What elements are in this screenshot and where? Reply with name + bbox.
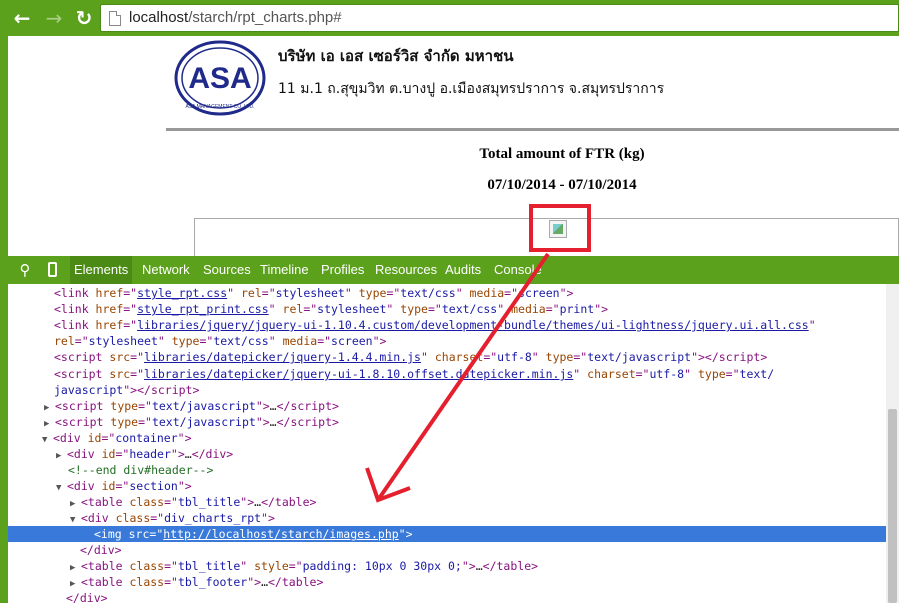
tree-line-link-jqueryui[interactable]: <link href="libraries/jquery/jquery-ui-1… — [8, 317, 886, 333]
tab-resources[interactable]: Resources — [371, 256, 441, 284]
logo-text: ASA — [188, 62, 251, 95]
tree-line-link-print[interactable]: <link href="style_rpt_print.css" rel="st… — [8, 301, 886, 317]
tree-line-table-title-padding[interactable]: ▶ <table class="tbl_title" style="padding… — [8, 558, 886, 574]
tree-line-div-container[interactable]: ▼ <div id="container"> — [8, 430, 886, 446]
elements-tree: <link href="style_rpt.css" rel="styleshe… — [8, 284, 886, 603]
tree-line-div-section[interactable]: ▼ <div id="section"> — [8, 478, 886, 494]
tree-line-table-footer[interactable]: ▶ <table class="tbl_footer">…</table> — [8, 574, 886, 590]
tab-profiles[interactable]: Profiles — [317, 256, 368, 284]
tree-line-script-jquery[interactable]: <script src="libraries/datepicker/jquery… — [8, 349, 886, 365]
report-title: Total amount of FTR (kg) — [479, 146, 645, 162]
tree-line-script-collapsed-2[interactable]: ▶ <script type="text/javascript">…</scrip… — [8, 414, 886, 430]
search-icon[interactable]: ⚲ — [16, 261, 34, 279]
tree-line-comment[interactable]: <!--end div#header--> — [8, 462, 886, 478]
device-mode-icon[interactable] — [48, 262, 57, 277]
page-viewport: ASA ASA MANAGEMENT CO.,LTD. บริษัท เอ เอ… — [8, 36, 899, 256]
header-divider — [166, 128, 899, 131]
tab-network[interactable]: Network — [138, 256, 194, 284]
tree-line-div-close-2[interactable]: </div> — [8, 590, 886, 603]
reload-icon[interactable]: ↻ — [72, 6, 96, 30]
back-arrow-icon[interactable]: ← — [10, 6, 34, 30]
tree-line-table-title[interactable]: ▶ <table class="tbl_title">…</table> — [8, 494, 886, 510]
devtools-tab-bar: ⚲ Elements Network Sources Timeline Prof… — [8, 256, 899, 284]
url-text[interactable]: localhost/starch/rpt_charts.php# — [129, 9, 342, 26]
elements-scrollbar[interactable] — [886, 284, 899, 603]
devtools-panel: ⚲ Elements Network Sources Timeline Prof… — [8, 256, 899, 603]
tab-console[interactable]: Console — [490, 256, 546, 284]
tree-line-script-datepicker[interactable]: <script src="libraries/datepicker/jquery… — [8, 366, 886, 382]
address-bar[interactable]: localhost/starch/rpt_charts.php# — [100, 4, 899, 32]
tree-line-div-charts[interactable]: ▼ <div class="div_charts_rpt"> — [8, 510, 886, 526]
tree-line-script-collapsed-1[interactable]: ▶ <script type="text/javascript">…</scrip… — [8, 398, 886, 414]
browser-toolbar: ← → ↻ localhost/starch/rpt_charts.php# — [0, 0, 899, 36]
tree-line-div-close[interactable]: </div> — [8, 542, 886, 558]
report-date-range: 07/10/2014 - 07/10/2014 — [487, 177, 637, 193]
page-icon — [109, 11, 121, 26]
forward-arrow-icon[interactable]: → — [42, 6, 66, 30]
tree-line-link-style[interactable]: <link href="style_rpt.css" rel="styleshe… — [8, 285, 886, 301]
annotation-highlight-box — [529, 204, 591, 252]
tab-audits[interactable]: Audits — [441, 256, 485, 284]
tree-line-div-header[interactable]: ▶ <div id="header">…</div> — [8, 446, 886, 462]
scrollbar-thumb[interactable] — [888, 409, 897, 603]
company-name: บริษัท เอ เอส เซอร์วิส จำกัด มหาชน — [278, 47, 514, 65]
tab-sources[interactable]: Sources — [199, 256, 255, 284]
tree-line-script-datepicker-cont: javascript"></script> — [54, 383, 200, 397]
company-address: 11 ม.1 ถ.สุขุมวิท ต.บางปู อ.เมืองสมุทรปร… — [278, 81, 665, 97]
tree-line-link-jqueryui-cont: rel="stylesheet" type="text/css" media="… — [54, 334, 387, 348]
company-logo: ASA ASA MANAGEMENT CO.,LTD. — [174, 40, 266, 116]
tab-timeline[interactable]: Timeline — [256, 256, 313, 284]
logo-subtext: ASA MANAGEMENT CO.,LTD. — [186, 104, 255, 110]
tab-elements[interactable]: Elements — [70, 256, 133, 284]
tree-line-img-selected[interactable]: <img src="http://localhost/starch/images… — [8, 526, 886, 542]
